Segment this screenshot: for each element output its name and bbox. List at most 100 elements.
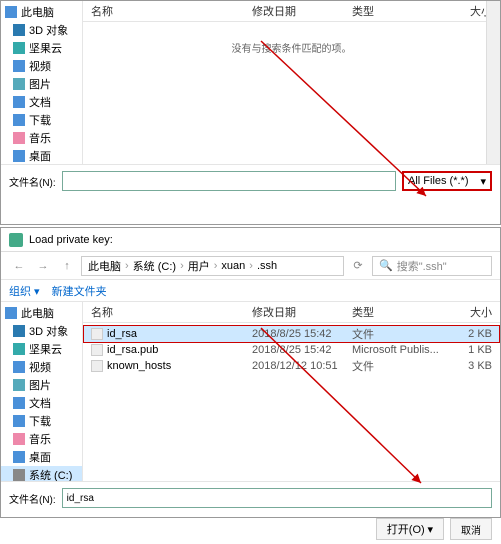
folder-icon <box>13 379 25 391</box>
file-type: Microsoft Publis... <box>352 344 442 356</box>
folder-icon <box>13 325 25 337</box>
sidebar-item-label: 桌面 <box>29 449 51 465</box>
breadcrumb[interactable]: 此电脑›系统 (C:)›用户›xuan›.ssh <box>81 256 344 276</box>
sidebar-item-label: 音乐 <box>29 130 51 146</box>
organize-menu[interactable]: 组织 ▾ <box>9 283 40 299</box>
sidebar-item[interactable]: 图片 <box>1 75 82 93</box>
cancel-button[interactable]: 取消 <box>450 518 492 540</box>
col-date[interactable]: 修改日期 <box>252 304 352 320</box>
sidebar-item-label: 3D 对象 <box>29 22 68 38</box>
folder-icon <box>13 397 25 409</box>
sidebar-item[interactable]: 坚果云 <box>1 39 82 57</box>
file-row[interactable]: id_rsa.pub2018/8/25 15:42Microsoft Publi… <box>83 343 500 357</box>
search-placeholder: 搜索".ssh" <box>397 258 447 274</box>
sidebar-item-label: 坚果云 <box>29 40 62 56</box>
footer: 文件名(N): All Files (*.*) ▾ <box>1 164 500 197</box>
file-row[interactable]: id_rsa2018/8/25 15:42文件2 KB <box>83 325 500 343</box>
forward-button[interactable]: → <box>33 256 53 276</box>
file-row[interactable]: known_hosts2018/12/12 10:51文件3 KB <box>83 357 500 375</box>
column-headers[interactable]: 名称 修改日期 类型 大小 <box>83 302 500 323</box>
sidebar-item[interactable]: 3D 对象 <box>1 322 82 340</box>
col-type[interactable]: 类型 <box>352 3 442 19</box>
sidebar-item[interactable]: 桌面 <box>1 147 82 164</box>
file-type-dropdown[interactable]: All Files (*.*) ▾ <box>402 171 492 191</box>
col-size[interactable]: 大小 <box>442 3 492 19</box>
filename-label: 文件名(N): <box>9 174 56 189</box>
file-date: 2018/8/25 15:42 <box>252 344 352 356</box>
sidebar-item-label: 图片 <box>29 76 51 92</box>
sidebar-item-label: 下载 <box>29 112 51 128</box>
file-name: id_rsa <box>107 328 252 340</box>
toolbar: 组织 ▾ 新建文件夹 <box>1 280 500 302</box>
open-button[interactable]: 打开(O) ▾ <box>376 518 444 540</box>
folder-icon <box>13 132 25 144</box>
col-date[interactable]: 修改日期 <box>252 3 352 19</box>
sidebar-item-label: 下载 <box>29 413 51 429</box>
folder-icon <box>13 433 25 445</box>
sidebar-item[interactable]: 系统 (C:) <box>1 466 82 481</box>
breadcrumb-segment[interactable]: 用户 <box>188 258 210 274</box>
back-button[interactable]: ← <box>9 256 29 276</box>
col-name[interactable]: 名称 <box>91 304 252 320</box>
app-icon <box>9 233 23 247</box>
file-icon <box>91 328 103 340</box>
sidebar: 此电脑3D 对象坚果云视频图片文档下载音乐桌面系统 (C:)软件 (D:)文档 … <box>1 1 83 164</box>
filename-input[interactable] <box>62 171 396 191</box>
file-list[interactable]: id_rsa2018/8/25 15:42文件2 KBid_rsa.pub201… <box>83 323 500 481</box>
sidebar-item[interactable]: 音乐 <box>1 129 82 147</box>
folder-icon <box>13 96 25 108</box>
address-bar: ← → ↑ 此电脑›系统 (C:)›用户›xuan›.ssh ⟳ 🔍 搜索".s… <box>1 252 500 280</box>
folder-icon <box>13 415 25 427</box>
titlebar: Load private key: <box>1 228 500 252</box>
sidebar-item[interactable]: 下载 <box>1 111 82 129</box>
sidebar-item-label: 系统 (C:) <box>29 467 72 481</box>
file-date: 2018/8/25 15:42 <box>252 328 352 340</box>
up-button[interactable]: ↑ <box>57 256 77 276</box>
sidebar-item[interactable]: 3D 对象 <box>1 21 82 39</box>
breadcrumb-segment[interactable]: 系统 (C:) <box>133 258 176 274</box>
sidebar-item-label: 图片 <box>29 377 51 393</box>
sidebar-item[interactable]: 图片 <box>1 376 82 394</box>
folder-icon <box>13 114 25 126</box>
sidebar-item[interactable]: 文档 <box>1 93 82 111</box>
sidebar-item[interactable]: 视频 <box>1 358 82 376</box>
sidebar-item-label: 文档 <box>29 395 51 411</box>
breadcrumb-segment[interactable]: 此电脑 <box>88 258 121 274</box>
window-title: Load private key: <box>29 234 113 246</box>
refresh-button[interactable]: ⟳ <box>348 256 368 276</box>
sidebar-item-label: 视频 <box>29 359 51 375</box>
folder-icon <box>13 60 25 72</box>
sidebar-item[interactable]: 此电脑 <box>1 3 82 21</box>
file-pane: 名称 修改日期 类型 大小 没有与搜索条件匹配的项。 <box>83 1 500 164</box>
sidebar: 此电脑3D 对象坚果云视频图片文档下载音乐桌面系统 (C:)软件 (D:)文档 … <box>1 302 83 481</box>
file-name: id_rsa.pub <box>107 344 252 356</box>
sidebar-item[interactable]: 视频 <box>1 57 82 75</box>
breadcrumb-segment[interactable]: xuan <box>221 260 245 272</box>
folder-icon <box>13 24 25 36</box>
folder-icon <box>13 451 25 463</box>
sidebar-item[interactable]: 文档 <box>1 394 82 412</box>
column-headers[interactable]: 名称 修改日期 类型 大小 <box>83 1 500 22</box>
file-list[interactable]: 没有与搜索条件匹配的项。 <box>83 22 500 164</box>
breadcrumb-segment[interactable]: .ssh <box>257 260 277 272</box>
file-name: known_hosts <box>107 360 252 372</box>
col-type[interactable]: 类型 <box>352 304 442 320</box>
folder-icon <box>13 78 25 90</box>
new-folder-button[interactable]: 新建文件夹 <box>52 283 107 299</box>
col-size[interactable]: 大小 <box>442 304 492 320</box>
sidebar-item[interactable]: 此电脑 <box>1 304 82 322</box>
folder-icon <box>13 469 25 481</box>
file-icon <box>91 360 103 372</box>
sidebar-item[interactable]: 下载 <box>1 412 82 430</box>
search-input[interactable]: 🔍 搜索".ssh" <box>372 256 492 276</box>
chevron-down-icon: ▾ <box>427 524 433 536</box>
filename-input[interactable] <box>62 488 492 508</box>
file-icon <box>91 344 103 356</box>
file-size: 3 KB <box>442 360 492 372</box>
sidebar-item[interactable]: 坚果云 <box>1 340 82 358</box>
folder-icon <box>5 307 17 319</box>
sidebar-item[interactable]: 桌面 <box>1 448 82 466</box>
scrollbar[interactable] <box>486 1 500 164</box>
sidebar-item[interactable]: 音乐 <box>1 430 82 448</box>
col-name[interactable]: 名称 <box>91 3 252 19</box>
